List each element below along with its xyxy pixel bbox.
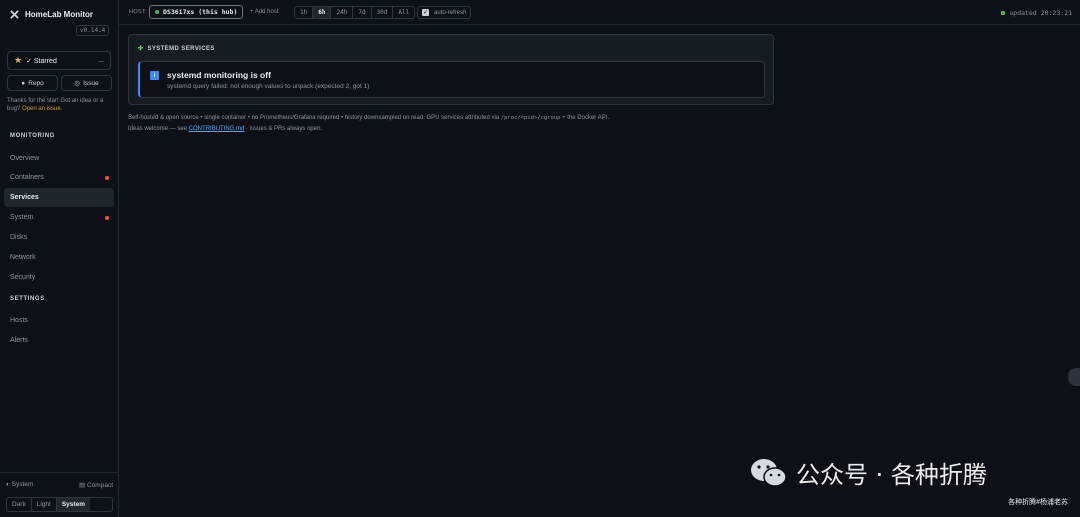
sidebar-item-overview[interactable]: Overview [4, 149, 114, 168]
panel-title: SYSTEMD SERVICES [147, 45, 215, 52]
alert-message: systemd query failed: not enough values … [167, 83, 370, 90]
host-status-dot [155, 10, 159, 14]
host-selector[interactable]: DS3617xs (this hub) [149, 5, 244, 19]
footer-text: Self-hosted & open source • single conta… [128, 115, 500, 121]
updated-time: updated 20:23:21 [1009, 9, 1072, 17]
auto-refresh-toggle[interactable]: ✓ auto-refresh [417, 6, 472, 19]
theme-dark-button[interactable]: Dark [7, 498, 32, 511]
info-icon: i [150, 71, 159, 80]
repo-button[interactable]: ● Repo [7, 75, 58, 91]
footer-text-end: + the Docker API. [562, 115, 609, 121]
sidebar-item-containers[interactable]: Containers [4, 168, 114, 187]
range-7d[interactable]: 7d [353, 7, 372, 18]
theme-indicator[interactable]: ◐ System [6, 481, 33, 489]
updated-status: updated 20:23:21 [1001, 9, 1072, 17]
theme-label: System [11, 481, 34, 488]
github-icon: ● [21, 79, 26, 87]
issue-button[interactable]: ◎ Issue [61, 75, 112, 91]
sidebar-item-label: Overview [10, 155, 40, 162]
range-24h[interactable]: 24h [331, 7, 354, 18]
app-name: HomeLab Monitor [25, 10, 93, 19]
issue-icon: ◎ [74, 80, 81, 87]
sidebar-footer: ◐ System ▤ Compact Dark Light System [0, 472, 119, 517]
compact-toggle[interactable]: ▤ Compact [79, 481, 113, 489]
sidebar-item-label: Containers [10, 174, 44, 181]
watermark-text: 公众号 · 各种折腾 [796, 461, 987, 489]
sidebar-item-security[interactable]: Security [4, 268, 114, 287]
auto-refresh-label: auto-refresh [434, 9, 467, 16]
sidebar-item-alerts[interactable]: Alerts [4, 331, 114, 350]
sidebar-item-label: System [10, 214, 34, 221]
version-badge: v0.14.4 [76, 25, 110, 36]
sidebar-item-label: Alerts [10, 337, 28, 344]
compact-icon: ▤ [79, 482, 86, 489]
footer-code: /proc/<pid>/cgroup [500, 115, 561, 121]
sidebar-item-label: Disks [10, 234, 28, 241]
range-all[interactable]: All [393, 7, 414, 18]
alert-dot [105, 215, 109, 220]
sidebar-item-label: Security [10, 274, 36, 281]
sidebar-item-disks[interactable]: Disks [4, 228, 114, 247]
theme-light-button[interactable]: Light [32, 498, 57, 511]
sidebar-item-system[interactable]: System [4, 208, 114, 227]
wechat-icon [751, 458, 787, 487]
contributing-link[interactable]: CONTRIBUTING.md [189, 126, 245, 132]
time-range-selector: 1h 6h 24h 7d 30d All [294, 6, 416, 19]
systemd-panel: ✣ SYSTEMD SERVICES i systemd monitoring … [128, 34, 774, 105]
page-footer: Self-hosted & open source • single conta… [128, 113, 609, 135]
sidebar-item-hosts[interactable]: Hosts [4, 311, 114, 330]
repo-label: Repo [28, 79, 44, 87]
puzzle-icon: ✣ [138, 46, 144, 52]
tools-icon [10, 10, 19, 19]
topbar: HOST: DS3617xs (this hub) + Add host 1h … [119, 0, 1080, 25]
checkbox-checked-icon[interactable]: ✓ [422, 9, 429, 16]
sidebar-item-label: Hosts [10, 317, 28, 324]
sidebar-item-services[interactable]: Services [4, 188, 114, 207]
side-handle[interactable] [1068, 368, 1080, 386]
alert-dot [105, 175, 109, 180]
section-monitoring: MONITORING [10, 133, 55, 139]
more-button[interactable]: ... [98, 57, 104, 64]
host-name: DS3617xs (this hub) [163, 8, 238, 16]
section-settings: SETTINGS [10, 296, 45, 302]
theme-system-button[interactable]: System [56, 498, 90, 511]
info-alert: i systemd monitoring is off systemd quer… [138, 61, 765, 98]
host-label: HOST: [129, 9, 148, 15]
footer-ideas: Ideas welcome — see [128, 126, 188, 132]
brand[interactable]: HomeLab Monitor [10, 10, 93, 19]
range-30d[interactable]: 30d [372, 7, 394, 18]
sidebar: HomeLab Monitor v0.14.4 ★ ✓ Starred ... … [0, 0, 119, 517]
add-host-button[interactable]: + Add host [250, 9, 279, 15]
open-issue-link[interactable]: Open an issue. [22, 106, 62, 112]
half-circle-icon: ◐ [6, 481, 10, 488]
alert-title: systemd monitoring is off [167, 70, 271, 80]
sidebar-item-network[interactable]: Network [4, 248, 114, 267]
starred-label: ✓ Starred [26, 57, 57, 65]
range-6h[interactable]: 6h [313, 7, 332, 18]
star-icon: ★ [14, 55, 23, 65]
theme-switcher: Dark Light System [6, 497, 113, 512]
status-dot [1001, 11, 1006, 15]
issue-label: Issue [83, 79, 99, 87]
compact-label: Compact [86, 482, 113, 489]
watermark: 公众号 · 各种折腾 [750, 455, 987, 490]
range-1h[interactable]: 1h [295, 7, 314, 18]
star-widget[interactable]: ★ ✓ Starred ... [7, 51, 111, 70]
watermark-subtext: 各种折腾#杨浦老苏 [1008, 499, 1068, 506]
thanks-text: Thanks for the star! Got an idea or a bu… [7, 97, 113, 113]
sidebar-item-label: Network [10, 254, 36, 261]
footer-issues: · issues & PRs always open. [246, 126, 323, 132]
sidebar-item-label: Services [10, 194, 39, 201]
